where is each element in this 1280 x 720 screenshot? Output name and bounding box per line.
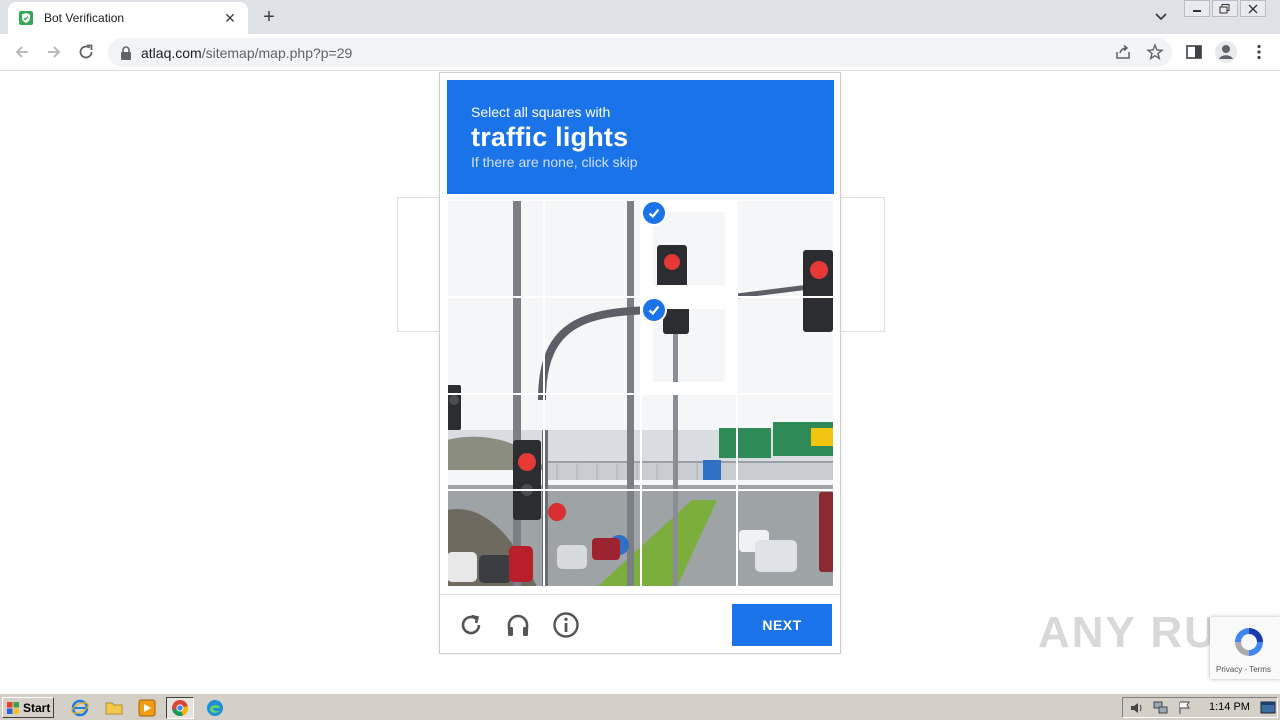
reload-icon[interactable]: [76, 42, 96, 62]
volume-icon[interactable]: [1129, 701, 1145, 715]
media-player-icon[interactable]: [137, 698, 157, 718]
network-icon[interactable]: [1153, 701, 1169, 715]
captcha-tile[interactable]: [738, 491, 833, 586]
next-button[interactable]: NEXT: [732, 604, 832, 646]
start-button[interactable]: Start: [2, 697, 54, 718]
minimize-button[interactable]: [1184, 0, 1210, 17]
chrome-icon: [172, 700, 189, 716]
forward-arrow-icon[interactable]: [44, 42, 64, 62]
reload-challenge-icon[interactable]: [457, 611, 485, 639]
window-controls: [1182, 0, 1266, 17]
traffic-scene-image: [641, 491, 737, 586]
traffic-scene-image: [448, 297, 543, 393]
captcha-header: Select all squares with traffic lights I…: [447, 80, 834, 194]
close-window-button[interactable]: [1240, 0, 1266, 17]
captcha-target: traffic lights: [471, 122, 629, 152]
captcha-tile[interactable]: [738, 201, 833, 296]
back-arrow-icon[interactable]: [12, 42, 32, 62]
traffic-scene-image: [448, 394, 543, 490]
captcha-tile[interactable]: [652, 308, 726, 382]
captcha-challenge: Select all squares with traffic lights I…: [439, 72, 841, 654]
close-icon: [1248, 4, 1258, 13]
clock: 1:14 PM: [1209, 701, 1250, 713]
close-tab-icon[interactable]: ✕: [222, 10, 238, 26]
captcha-tile[interactable]: [641, 491, 737, 586]
traffic-scene-image: [544, 394, 640, 490]
profile-avatar-icon[interactable]: [1214, 40, 1238, 64]
recaptcha-logo-icon: [1235, 628, 1263, 656]
action-center-flag-icon[interactable]: [1177, 701, 1193, 715]
new-tab-button[interactable]: +: [258, 7, 280, 29]
internet-explorer-icon[interactable]: [70, 698, 90, 718]
traffic-scene-image: [448, 201, 543, 296]
lock-icon: [121, 45, 131, 60]
captcha-tile[interactable]: [448, 394, 543, 490]
page-content: Select all squares with traffic lights I…: [0, 72, 1280, 692]
omnibox-actions: [1114, 43, 1164, 61]
taskbar-chrome-button[interactable]: [166, 697, 194, 719]
recaptcha-badge[interactable]: Privacy - Terms: [1210, 617, 1280, 679]
captcha-footer: NEXT: [440, 594, 840, 654]
windows-logo-icon: [7, 701, 19, 714]
share-icon[interactable]: [1114, 43, 1132, 61]
taskbar: Start 1:14 PM: [0, 693, 1280, 720]
traffic-scene-image: [544, 491, 640, 586]
captcha-tile[interactable]: [544, 491, 640, 586]
side-panel-icon[interactable]: [1184, 42, 1204, 62]
captcha-tile[interactable]: [652, 212, 726, 285]
chevron-down-icon[interactable]: [1151, 8, 1171, 26]
info-icon[interactable]: [552, 611, 580, 639]
minimize-icon: [1193, 9, 1201, 12]
traffic-scene-image: [448, 491, 543, 586]
headphones-icon[interactable]: [504, 611, 532, 639]
captcha-tile[interactable]: [448, 297, 543, 393]
traffic-scene-image: [544, 297, 640, 393]
traffic-scene-image: [641, 394, 737, 490]
tab-title: Bot Verification: [44, 11, 125, 25]
restore-icon: [1219, 3, 1230, 13]
shield-icon: [19, 11, 33, 25]
captcha-tile[interactable]: [544, 201, 640, 296]
url-path: /sitemap/map.php?p=29: [201, 44, 353, 61]
system-tray: 1:14 PM: [1122, 697, 1278, 718]
restore-button[interactable]: [1212, 0, 1238, 17]
start-label: Start: [23, 700, 51, 715]
traffic-scene-image: [738, 201, 833, 296]
traffic-scene-image: [652, 308, 726, 382]
tab-strip: Bot Verification ✕ +: [0, 0, 1280, 34]
traffic-scene-image: [738, 297, 833, 393]
show-desktop-icon[interactable]: [1260, 701, 1276, 715]
folder-icon[interactable]: [104, 698, 124, 718]
captcha-tile[interactable]: [641, 394, 737, 490]
captcha-hint: If there are none, click skip: [471, 154, 638, 170]
tab-bot-verification[interactable]: Bot Verification ✕: [8, 2, 248, 34]
captcha-tile[interactable]: [738, 297, 833, 393]
recaptcha-links[interactable]: Privacy - Terms: [1216, 665, 1271, 674]
bookmark-star-icon[interactable]: [1146, 43, 1164, 61]
captcha-instruction: Select all squares with: [471, 104, 611, 120]
traffic-scene-image: [738, 491, 833, 586]
browser-toolbar: atlaq.com/sitemap/map.php?p=29: [0, 34, 1280, 71]
traffic-scene-image: [652, 212, 726, 285]
url-host: atlaq.com: [141, 44, 202, 61]
captcha-tile[interactable]: [448, 201, 543, 296]
traffic-scene-image: [738, 394, 833, 490]
captcha-tile[interactable]: [544, 394, 640, 490]
captcha-tile[interactable]: [544, 297, 640, 393]
address-bar[interactable]: atlaq.com/sitemap/map.php?p=29: [108, 38, 1172, 67]
traffic-scene-image: [544, 201, 640, 296]
selected-check-icon: [640, 296, 667, 323]
selected-check-icon: [640, 200, 667, 226]
captcha-tile[interactable]: [448, 491, 543, 586]
captcha-tile[interactable]: [738, 394, 833, 490]
captcha-image-grid: [447, 200, 834, 587]
kebab-menu-icon[interactable]: [1249, 42, 1269, 62]
edge-icon[interactable]: [205, 698, 225, 718]
